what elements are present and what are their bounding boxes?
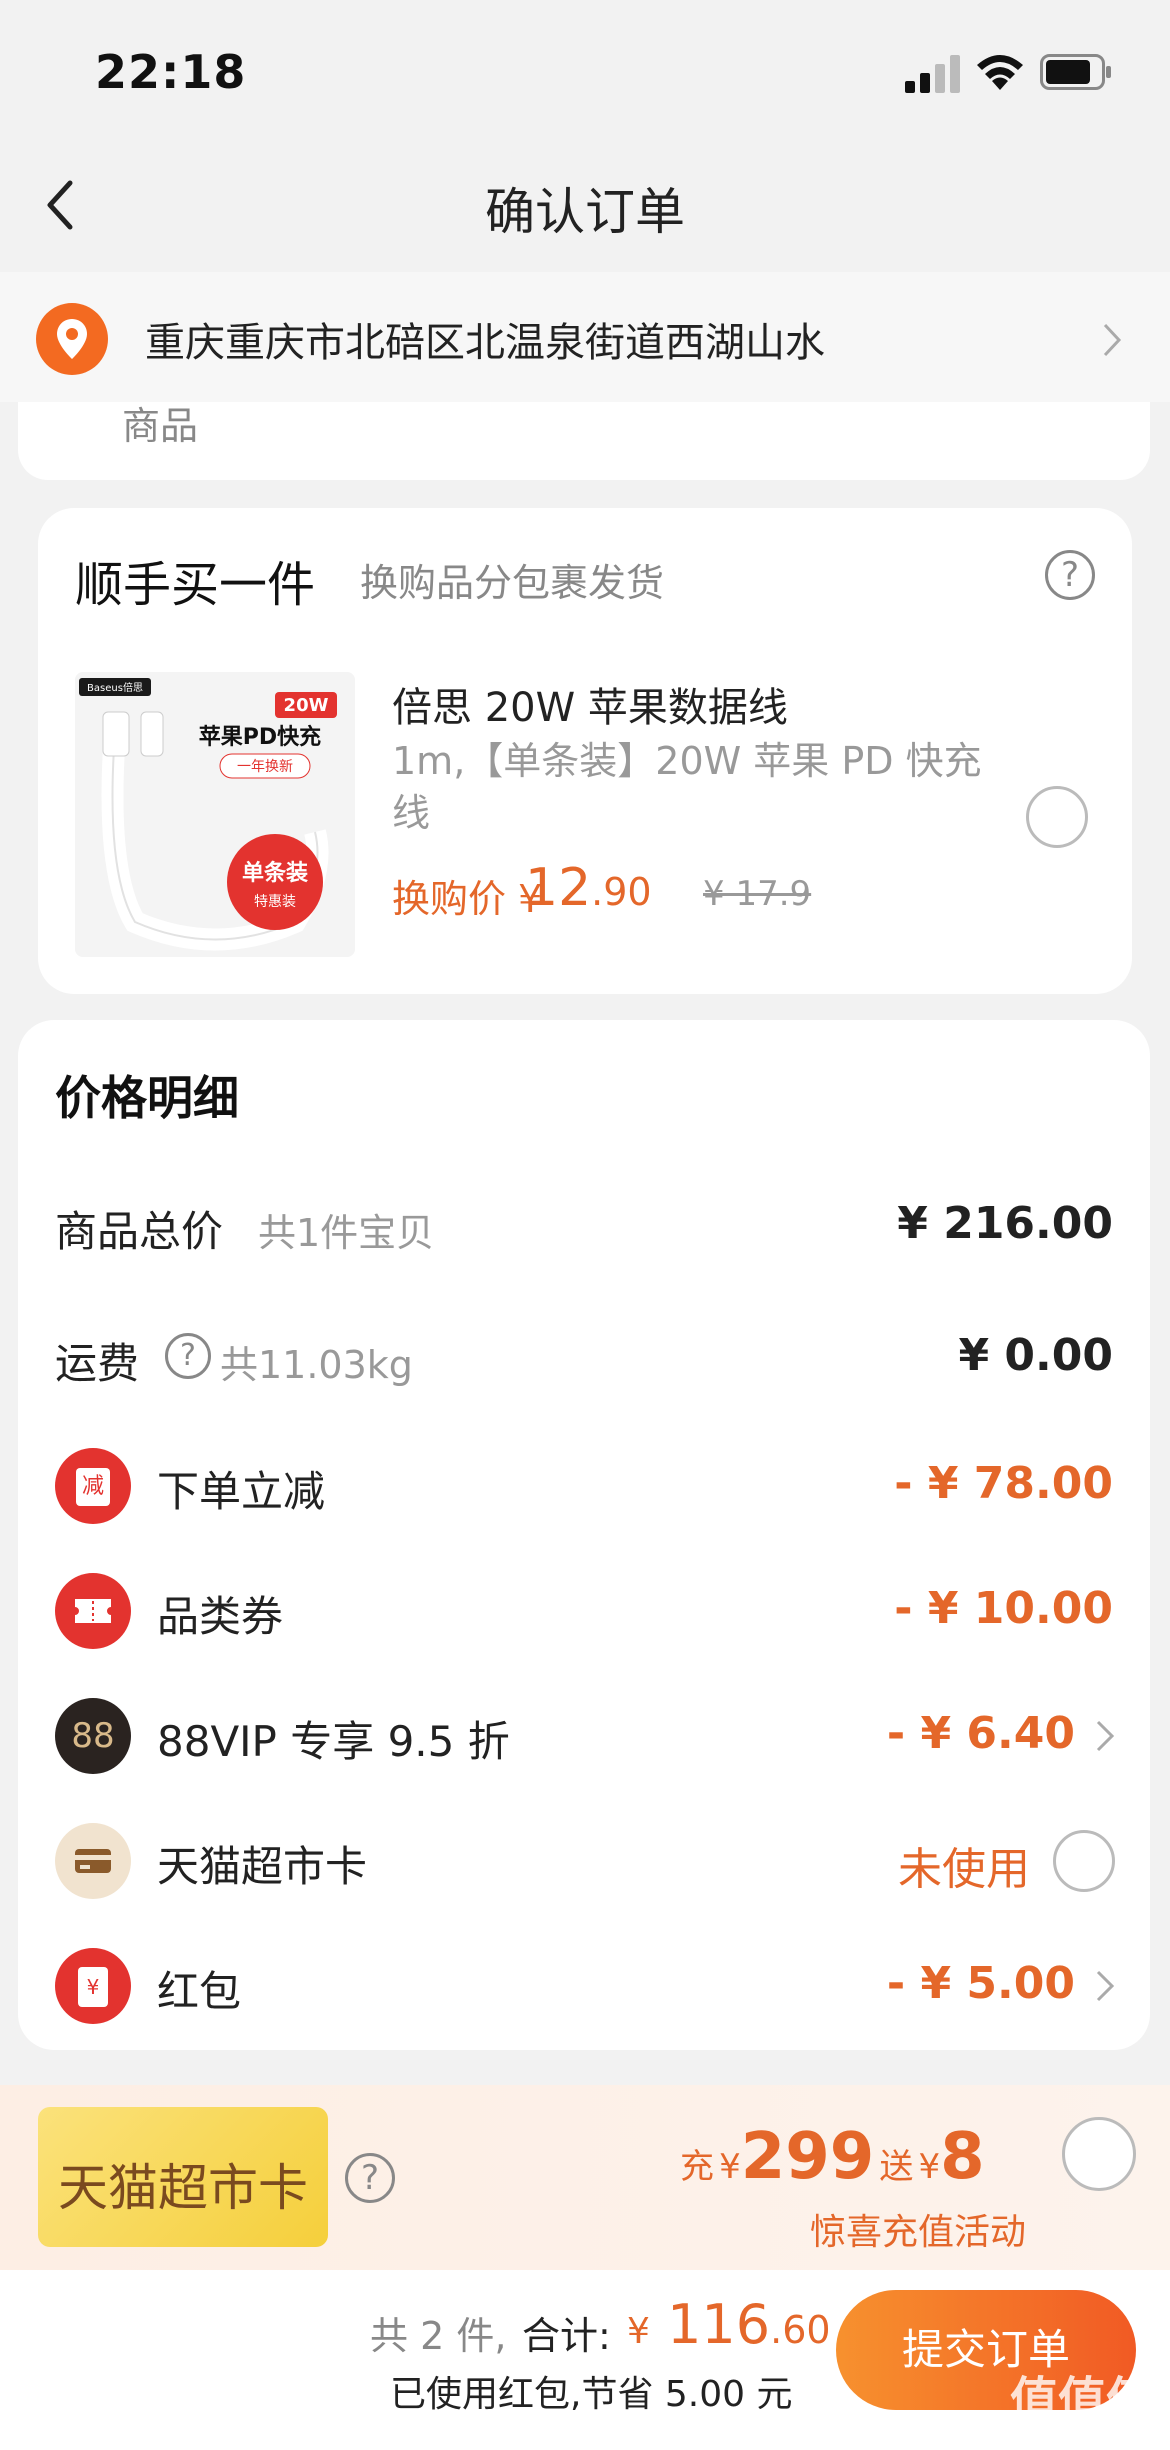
price-label-text: 换购价 [392, 877, 507, 921]
category-coupon-label[interactable]: 品类券 [157, 1583, 283, 1644]
wifi-icon [977, 55, 1023, 90]
help-icon[interactable]: ? [345, 2153, 395, 2203]
instant-discount-label: 下单立减 [157, 1467, 326, 1516]
shipping-help-icon[interactable]: ? [165, 1333, 211, 1379]
location-pin-icon [36, 303, 108, 375]
watermark-url: zhizhizhi.com [1015, 2415, 1137, 2436]
product-image[interactable]: Baseus倍思 20W 苹果PD快充 一年换新 单条装 特惠装 [75, 672, 355, 957]
product-name[interactable]: 倍思 20W 苹果数据线 [392, 675, 788, 733]
shipping-sub: 共11.03kg [220, 1343, 413, 1387]
product-headline-text: 苹果PD快充 [199, 724, 321, 750]
vip-discount-label[interactable]: 88VIP 专享 9.5 折 [157, 1708, 510, 1769]
goods-total-value: ¥ 216.00 [897, 1198, 1113, 1249]
addon-subtitle: 换购品分包裹发货 [360, 561, 665, 605]
recharge-offer[interactable]: 充 ¥299 送 ¥8 [680, 2120, 985, 2194]
recharge-activity: 惊喜充值活动 [810, 2212, 1027, 2253]
addon-select-radio[interactable] [1026, 786, 1088, 848]
discount-icon: 减 [55, 1448, 131, 1524]
product-pack-sub-text: 特惠装 [254, 894, 296, 910]
chevron-right-icon[interactable] [1094, 1718, 1116, 1754]
page-title: 确认订单 [485, 183, 685, 241]
vip-icon: 88 [55, 1698, 131, 1774]
addon-title: 顺手买一件 [75, 557, 316, 613]
instant-discount-value: - ¥ 78.00 [894, 1458, 1113, 1509]
product-price-label: 换购价 ¥ [392, 868, 542, 923]
price-dec: .90 [591, 870, 652, 914]
previous-card-text: 商品 [122, 404, 199, 448]
help-icon[interactable]: ? [1045, 550, 1095, 600]
tmall-card-logo-text: 天猫超市卡 [58, 2159, 308, 2217]
chevron-right-icon[interactable] [1100, 320, 1124, 360]
status-time: 22:18 [95, 45, 247, 99]
tmall-card-icon [55, 1823, 131, 1899]
price-detail-title: 价格明细 [55, 1071, 239, 1125]
coupon-icon [55, 1573, 131, 1649]
tmall-card-radio[interactable] [1053, 1830, 1115, 1892]
product-watt-text: 20W [284, 695, 329, 716]
product-spec: 1m,【单条装】20W 苹果 PD 快充线 [392, 739, 982, 835]
total-label: 合计: [522, 2314, 611, 2358]
shipping-value: ¥ 0.00 [958, 1330, 1114, 1381]
chevron-right-icon[interactable] [1094, 1968, 1116, 2004]
red-packet-icon: ¥ [55, 1948, 131, 2024]
product-pack-text: 单条装 [242, 860, 308, 886]
tmall-card-status: 未使用 [898, 1844, 1030, 1895]
recharge-radio[interactable] [1062, 2117, 1136, 2191]
item-count: 共 2 件, [370, 2314, 507, 2358]
category-coupon-value[interactable]: - ¥ 10.00 [894, 1583, 1113, 1634]
red-packet-label[interactable]: 红包 [157, 1958, 241, 2019]
signal-icon [905, 55, 960, 93]
red-packet-value[interactable]: - ¥ 5.00 [887, 1958, 1075, 2009]
product-brand-text: Baseus倍思 [87, 681, 143, 694]
goods-total-sub: 共1件宝贝 [258, 1211, 435, 1255]
shipping-label: 运费 [55, 1339, 140, 1388]
tmall-card-label[interactable]: 天猫超市卡 [157, 1833, 367, 1894]
goods-total-label: 商品总价 [55, 1207, 224, 1256]
product-old-price: ¥ 17.9 [703, 874, 812, 914]
total-value: ¥ 116.60 [627, 2293, 831, 2356]
saved-text: 已使用红包,节省 5.00 元 [390, 2374, 793, 2415]
price-int: 12 [525, 858, 592, 918]
address-text[interactable]: 重庆重庆市北碚区北温泉街道西湖山水 [145, 310, 825, 368]
product-badge-text: 一年换新 [237, 758, 293, 775]
vip-discount-value[interactable]: - ¥ 6.40 [887, 1708, 1075, 1759]
product-price: 12.90 [525, 858, 652, 918]
battery-icon [1040, 54, 1111, 90]
